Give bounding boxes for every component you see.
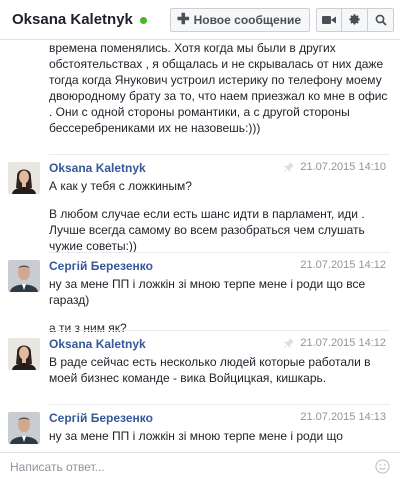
plus-icon: ✚ (177, 11, 190, 28)
new-message-button[interactable]: ✚ Новое сообщение (170, 7, 310, 32)
conversation-header: Oksana Kaletnyk ✚ Новое сообщение (0, 0, 400, 40)
message-text: А как у тебя с ложкиным? (49, 179, 192, 193)
pin-icon (284, 338, 295, 348)
message-text: В раде сейчас есть несколько людей котор… (49, 355, 371, 385)
message-divider (49, 252, 390, 253)
reply-composer (0, 452, 400, 480)
video-icon (322, 15, 336, 24)
sender-name[interactable]: Oksana Kaletnyk (49, 161, 146, 175)
search-icon (375, 14, 387, 26)
online-status-indicator (139, 16, 147, 24)
message-item: Oksana Kaletnyk 21.07.2015 14:10 А как у… (0, 154, 400, 253)
message-timestamp: 21.07.2015 14:13 (300, 411, 386, 423)
video-call-button[interactable] (316, 7, 342, 32)
message-timestamp: 21.07.2015 14:12 (300, 259, 386, 271)
gear-icon (349, 14, 360, 25)
avatar[interactable] (8, 260, 40, 292)
pin-icon (284, 162, 295, 172)
message-timestamp: 21.07.2015 14:10 (284, 161, 386, 173)
message-body: ну за мене ПП і ложкін зі мною терпе мен… (49, 428, 389, 452)
message-item: Oksana Kaletnyk 21.07.2015 14:12 В раде … (0, 330, 400, 408)
search-button[interactable] (368, 7, 394, 32)
message-item: Сергій Березенко 21.07.2015 14:12 ну за … (0, 252, 400, 335)
sender-name[interactable]: Oksana Kaletnyk (49, 337, 146, 351)
message-text: ну за мене ПП і ложкін зі мною терпе мен… (49, 429, 343, 443)
message-divider (49, 404, 390, 405)
emoji-icon[interactable] (375, 459, 390, 474)
message-body: В раде сейчас есть несколько людей котор… (49, 354, 389, 398)
message-item: Сергій Березенко 21.07.2015 14:13 ну за … (0, 404, 400, 452)
message-timestamp: 21.07.2015 14:12 (284, 337, 386, 349)
message-text: ну за мене ПП і ложкін зі мною терпе мен… (49, 277, 366, 307)
new-message-label: Новое сообщение (193, 12, 301, 27)
message-divider (49, 154, 390, 155)
settings-button[interactable] (342, 7, 368, 32)
message-text: В любом случае если есть шанс идти в пар… (49, 207, 365, 253)
sender-name[interactable]: Сергій Березенко (49, 259, 153, 273)
message-list[interactable]: времена поменялись. Хотя когда мы были в… (0, 40, 400, 452)
message-divider (49, 330, 390, 331)
avatar[interactable] (8, 412, 40, 444)
continued-message-text: времена поменялись. Хотя когда мы были в… (49, 41, 388, 135)
header-actions: ✚ Новое сообщение (170, 7, 394, 32)
sender-name[interactable]: Сергій Березенко (49, 411, 153, 425)
contact-name[interactable]: Oksana Kaletnyk (12, 11, 133, 28)
avatar[interactable] (8, 338, 40, 370)
reply-input[interactable] (10, 459, 350, 474)
avatar[interactable] (8, 162, 40, 194)
